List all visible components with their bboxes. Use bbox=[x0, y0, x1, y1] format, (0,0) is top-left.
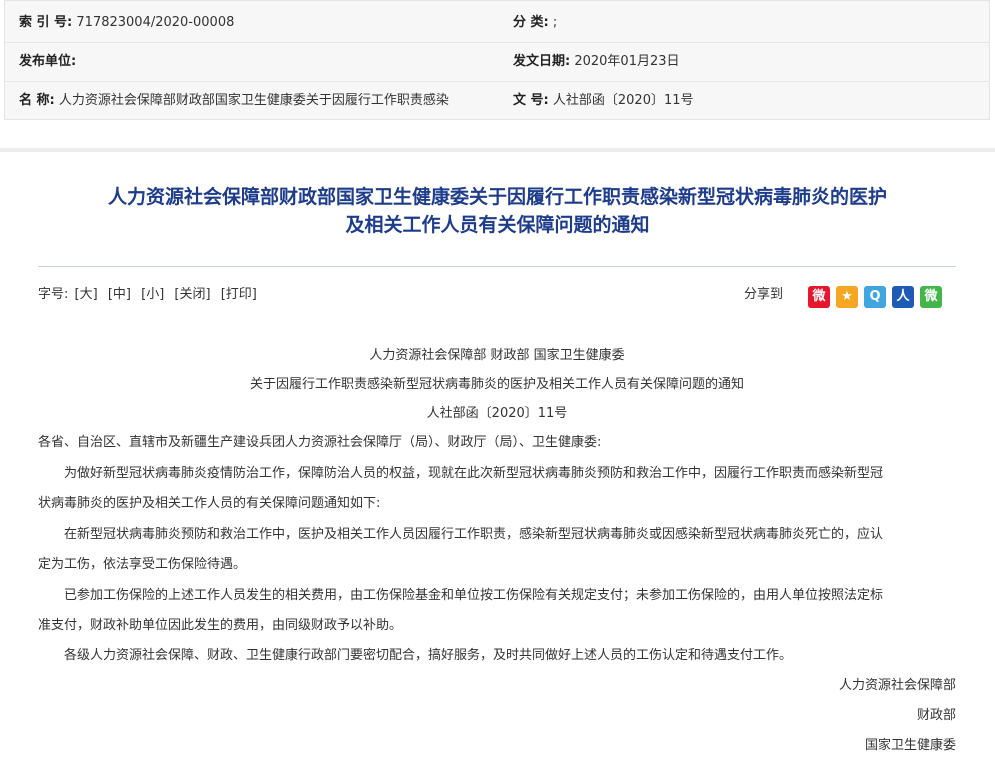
font-small-link[interactable]: [小] bbox=[141, 287, 164, 302]
meta-name-label: 名 称: bbox=[19, 93, 55, 108]
signature-1: 人力资源社会保障部 bbox=[838, 678, 956, 693]
wechat-icon[interactable]: 微 bbox=[920, 286, 942, 308]
font-size-toolbar: 字号: [大] [中] [小] [关闭] [打印] bbox=[38, 285, 263, 305]
paragraph-1-line-2: 状病毒肺炎的医护及相关工作人员的有关保障问题通知如下: bbox=[38, 496, 381, 511]
doc-addressee: 各省、自治区、直辖市及新疆生产建设兵团人力资源社会保障厅（局）、财政厅（局）、卫… bbox=[38, 435, 602, 450]
signature-3: 国家卫生健康委 bbox=[864, 738, 956, 753]
meta-category-label: 分 类: bbox=[513, 15, 549, 30]
meta-date: 发文日期: 2020年01月23日 bbox=[513, 42, 983, 81]
share-icons: 微 ★ Q 人微 bbox=[808, 286, 948, 308]
doc-number: 人社部函〔2020〕11号 bbox=[426, 406, 568, 421]
paragraph-2-line-2: 定为工伤，依法享受工伤保险待遇。 bbox=[38, 557, 247, 572]
qzone-icon[interactable]: ★ bbox=[836, 286, 858, 308]
meta-docno: 文 号: 人社部函〔2020〕11号 bbox=[513, 81, 983, 120]
print-link[interactable]: [打印] bbox=[221, 287, 257, 302]
document-metadata-panel: 索 引 号: 717823004/2020-00008 分 类: ; 发布单位:… bbox=[4, 0, 990, 120]
paragraph-1-line-1: 为做好新型冠状病毒肺炎疫情防治工作，保障防治人员的权益，现就在此次新型冠状病毒肺… bbox=[64, 466, 884, 481]
meta-date-value: 2020年01月23日 bbox=[574, 54, 680, 69]
meta-docno-label: 文 号: bbox=[513, 93, 549, 108]
meta-publisher: 发布单位: bbox=[19, 42, 489, 81]
paragraph-4: 各级人力资源社会保障、财政、卫生健康行政部门要密切配合，搞好服务，及时共同做好上… bbox=[64, 648, 793, 663]
title-rule bbox=[38, 266, 956, 267]
paragraph-3-line-1: 已参加工伤保险的上述工作人员发生的相关费用，由工伤保险基金和单位按工伤保险有关规… bbox=[64, 588, 884, 603]
meta-name-value: 人力资源社会保障部财政部国家卫生健康委关于因履行工作职责感染 bbox=[58, 93, 449, 108]
title-line-1: 人力资源社会保障部财政部国家卫生健康委关于因履行工作职责感染新型冠状病毒肺炎的医… bbox=[107, 186, 887, 208]
weibo-icon[interactable]: 微 bbox=[808, 286, 830, 308]
meta-index-value: 717823004/2020-00008 bbox=[76, 15, 235, 30]
doc-issuer: 人力资源社会保障部 财政部 国家卫生健康委 bbox=[369, 348, 625, 363]
font-medium-link[interactable]: [中] bbox=[108, 287, 131, 302]
meta-publisher-label: 发布单位: bbox=[19, 54, 77, 69]
meta-category-value: ; bbox=[552, 15, 558, 30]
title-line-2: 及相关工作人员有关保障问题的通知 bbox=[345, 214, 650, 236]
paragraph-3-line-2: 准支付，财政补助单位因此发生的费用，由同级财政予以补助。 bbox=[38, 618, 403, 633]
meta-name: 名 称: 人力资源社会保障部财政部国家卫生健康委关于因履行工作职责感染 bbox=[19, 81, 489, 120]
meta-date-label: 发文日期: bbox=[513, 54, 571, 69]
doc-subtitle: 关于因履行工作职责感染新型冠状病毒肺炎的医护及相关工作人员有关保障问题的通知 bbox=[249, 377, 744, 392]
paragraph-2-line-1: 在新型冠状病毒肺炎预防和救治工作中，医护及相关工作人员因履行工作职责，感染新型冠… bbox=[64, 527, 884, 542]
meta-category: 分 类: ; bbox=[513, 3, 983, 42]
font-size-label: 字号: bbox=[38, 287, 69, 302]
meta-index-label: 索 引 号: bbox=[19, 15, 73, 30]
meta-row-name: 名 称: 人力资源社会保障部财政部国家卫生健康委关于因履行工作职责感染 文 号:… bbox=[5, 81, 989, 120]
meta-docno-value: 人社部函〔2020〕11号 bbox=[552, 93, 694, 108]
share-label: 分享到 bbox=[744, 287, 784, 302]
signature-2: 财政部 bbox=[916, 708, 956, 723]
tencent-weibo-icon[interactable]: Q bbox=[864, 286, 886, 308]
meta-index: 索 引 号: 717823004/2020-00008 bbox=[19, 3, 489, 42]
close-link[interactable]: [关闭] bbox=[174, 287, 210, 302]
meta-row-publisher: 发布单位: 发文日期: 2020年01月23日 bbox=[5, 42, 989, 82]
font-large-link[interactable]: [大] bbox=[75, 287, 98, 302]
meta-row-index: 索 引 号: 717823004/2020-00008 分 类: ; bbox=[5, 3, 989, 43]
section-divider bbox=[0, 148, 995, 152]
page-title: 人力资源社会保障部财政部国家卫生健康委关于因履行工作职责感染新型冠状病毒肺炎的医… bbox=[40, 183, 955, 239]
renren-icon[interactable]: 人 bbox=[892, 286, 914, 308]
